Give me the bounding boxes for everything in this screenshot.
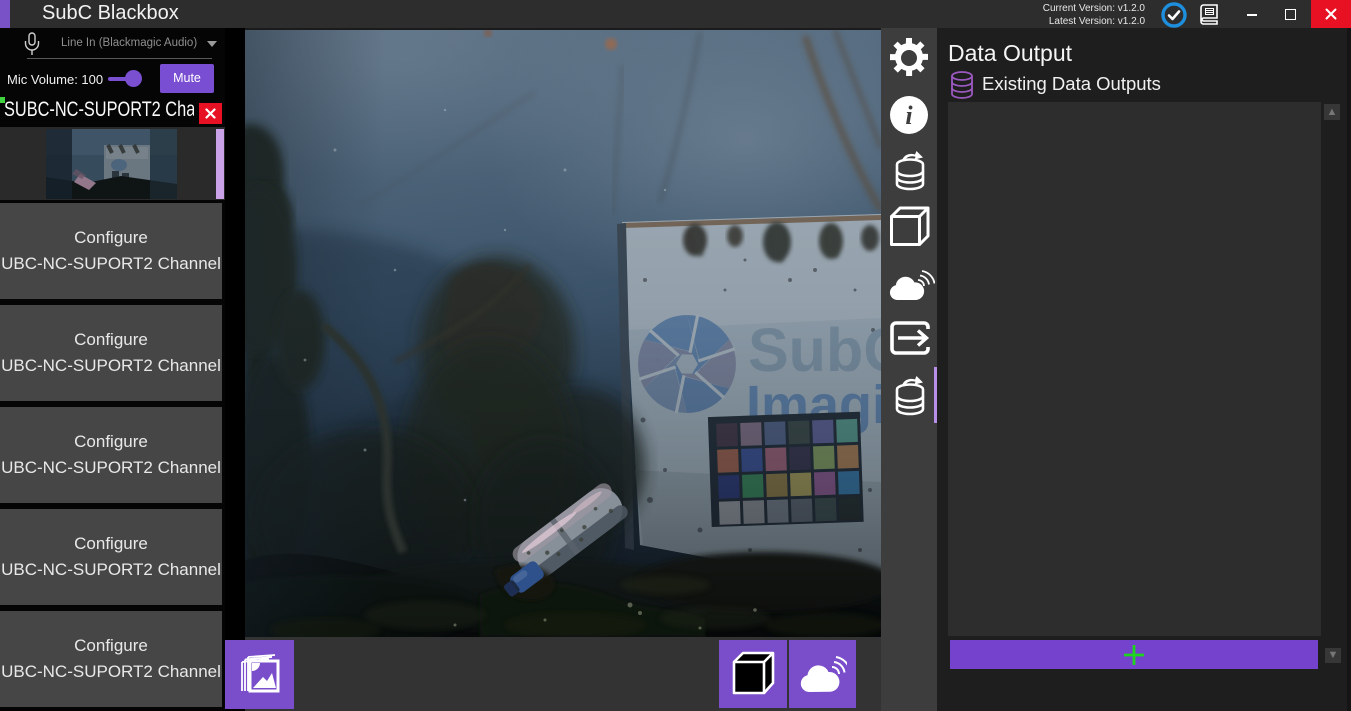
svg-text:i: i <box>905 101 913 130</box>
